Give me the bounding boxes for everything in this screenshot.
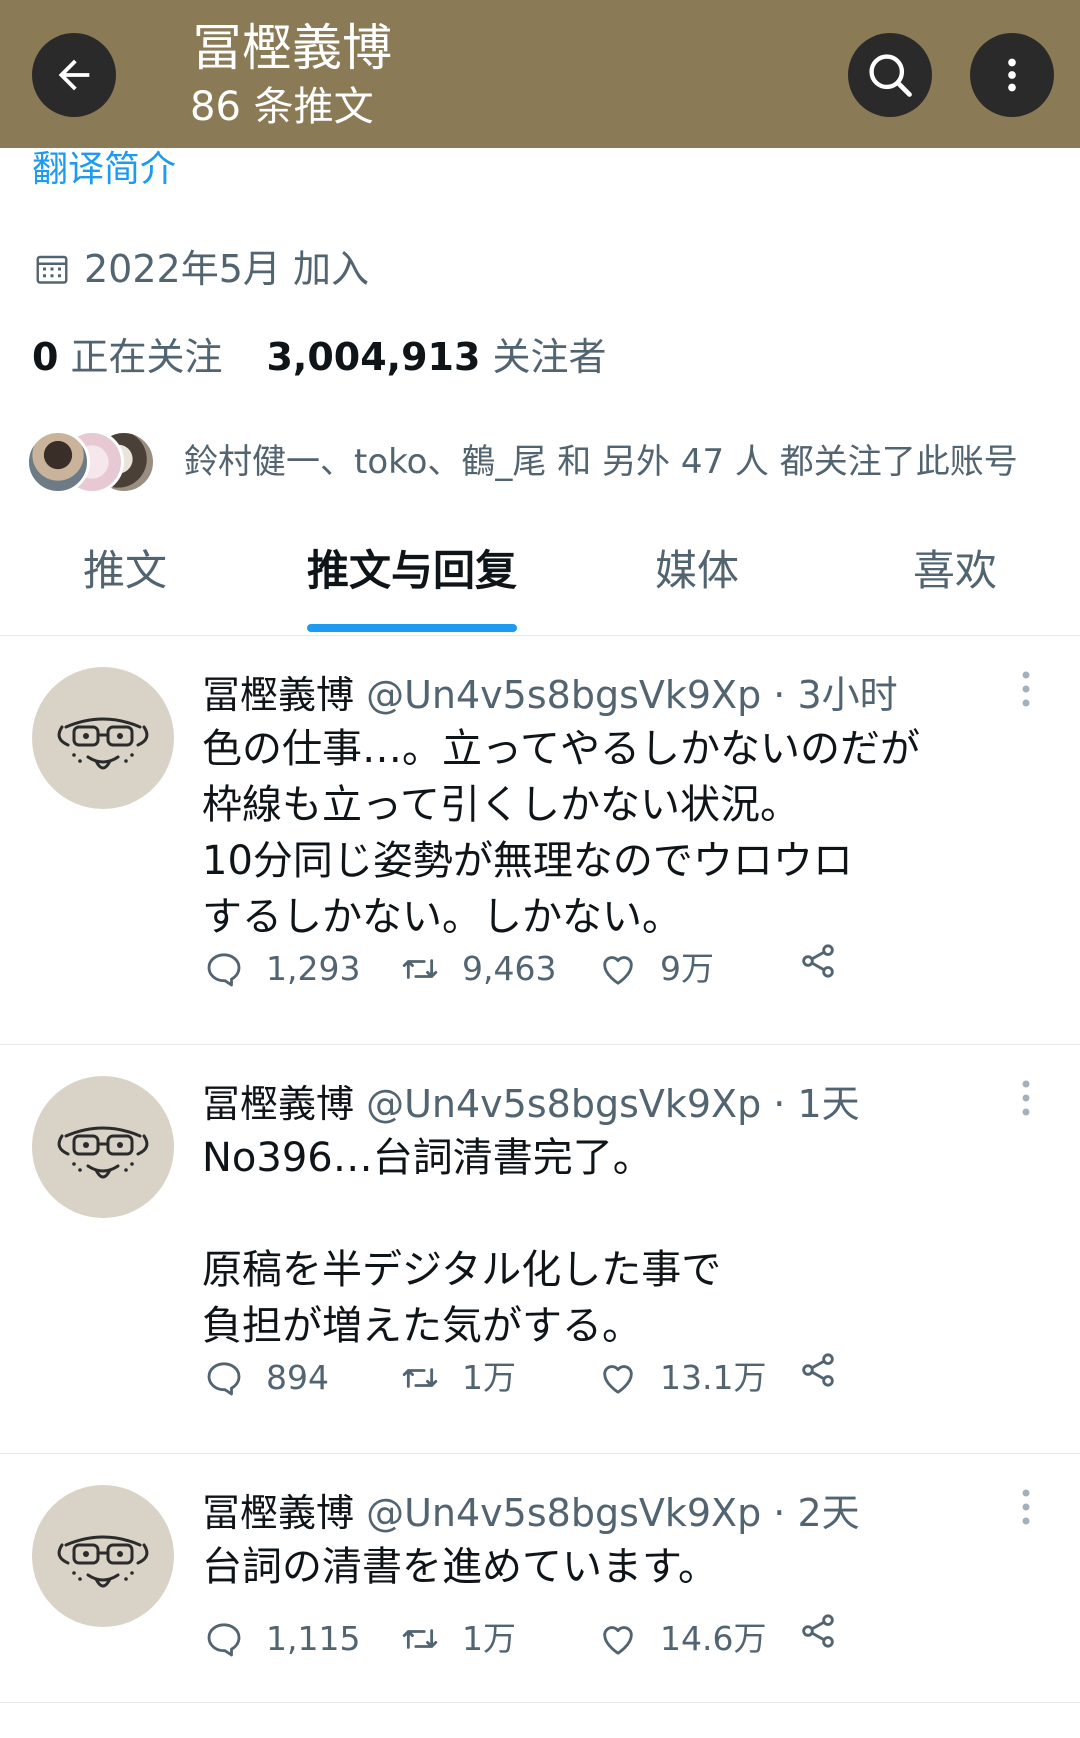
dog-doodle-avatar-icon bbox=[57, 1126, 149, 1179]
heart-icon bbox=[603, 1626, 633, 1655]
tweet-header: 冨樫義博 @Un4v5s8bgsVk9Xp · 2天 bbox=[202, 1487, 860, 1539]
arrow-left-icon bbox=[58, 59, 90, 91]
retweet-icon bbox=[402, 1368, 438, 1388]
share-button[interactable] bbox=[798, 1611, 838, 1651]
tweet-text: 色の仕事…。立ってやるしかないのだが 枠線も立って引くしかない状況。 10分同じ… bbox=[202, 726, 920, 940]
top-app-bar: 冨樫義博 86 条推文 bbox=[0, 0, 1080, 148]
like-button[interactable]: 9万 bbox=[598, 941, 714, 997]
profile-tabs: 推文 推文与回复 媒体 喜欢 bbox=[0, 536, 1080, 636]
retweet-button[interactable]: 9,463 bbox=[400, 941, 556, 997]
join-date-text: 2022年5月 加入 bbox=[84, 247, 369, 291]
retweet-button[interactable]: 1万 bbox=[400, 1350, 516, 1406]
share-icon bbox=[802, 1353, 834, 1387]
more-vertical-icon bbox=[1008, 58, 1016, 92]
followers-count[interactable]: 3,004,913 bbox=[266, 332, 480, 382]
reply-count: 894 bbox=[266, 1358, 329, 1397]
followed-by-row[interactable]: 鈴村健一、toko、鶴_尾 和 另外 47 人 都关注了此账号 bbox=[26, 430, 1018, 494]
tweet-text: No396…台詞清書完了。 原稿を半デジタル化した事で 負担が増えた気がする。 bbox=[202, 1135, 722, 1349]
like-count: 14.6万 bbox=[660, 1619, 767, 1658]
retweet-count: 1万 bbox=[462, 1358, 516, 1397]
active-tab-indicator bbox=[307, 624, 517, 632]
follower-avatars bbox=[26, 430, 156, 494]
like-count: 9万 bbox=[660, 949, 714, 988]
tweet-count: 86 条推文 bbox=[190, 84, 374, 130]
overflow-menu-button[interactable] bbox=[970, 33, 1054, 117]
tweet-author-name[interactable]: 冨樫義博 bbox=[202, 1491, 354, 1535]
share-button[interactable] bbox=[798, 941, 838, 981]
avatar[interactable] bbox=[32, 1485, 174, 1627]
retweet-count: 9,463 bbox=[462, 949, 557, 988]
tweet-author-name[interactable]: 冨樫義博 bbox=[202, 1082, 354, 1126]
tweet-timestamp[interactable]: · 1天 bbox=[773, 1082, 859, 1126]
tab-tweets[interactable]: 推文 bbox=[40, 536, 210, 636]
like-count: 13.1万 bbox=[660, 1358, 767, 1397]
tweet-actions: 894 1万 13.1万 bbox=[204, 1350, 924, 1406]
reply-button[interactable]: 1,115 bbox=[204, 1611, 360, 1667]
tweet-more-icon[interactable] bbox=[1016, 1076, 1036, 1126]
like-button[interactable]: 13.1万 bbox=[598, 1350, 766, 1406]
reply-icon bbox=[207, 953, 241, 987]
share-icon bbox=[802, 944, 834, 978]
followed-by-text: 鈴村健一、toko、鶴_尾 和 另外 47 人 都关注了此账号 bbox=[184, 442, 1018, 482]
tweet[interactable]: 冨樫義博 @Un4v5s8bgsVk9Xp · 2天 台詞の清書を進めています。… bbox=[0, 1455, 1080, 1703]
heart-icon bbox=[603, 1365, 633, 1394]
tweet-author-handle[interactable]: @Un4v5s8bgsVk9Xp bbox=[366, 673, 761, 717]
tweet-author-handle[interactable]: @Un4v5s8bgsVk9Xp bbox=[366, 1082, 761, 1126]
reply-button[interactable]: 894 bbox=[204, 1350, 329, 1406]
tweet-actions: 1,115 1万 14.6万 bbox=[204, 1611, 924, 1667]
tweet-more-icon[interactable] bbox=[1016, 1485, 1036, 1535]
following-label[interactable]: 正在关注 bbox=[70, 332, 222, 382]
search-icon bbox=[869, 54, 912, 97]
tweet-more-icon[interactable] bbox=[1016, 667, 1036, 717]
retweet-button[interactable]: 1万 bbox=[400, 1611, 516, 1667]
tweet-timestamp[interactable]: · 2天 bbox=[773, 1491, 859, 1535]
tweet-author-handle[interactable]: @Un4v5s8bgsVk9Xp bbox=[366, 1491, 761, 1535]
avatar bbox=[26, 430, 90, 494]
heart-icon bbox=[603, 956, 633, 985]
avatar[interactable] bbox=[32, 667, 174, 809]
tweet-header: 冨樫義博 @Un4v5s8bgsVk9Xp · 3小时 bbox=[202, 669, 898, 721]
tweet-text: 台詞の清書を進めています。 bbox=[202, 1544, 718, 1590]
translate-bio-link[interactable]: 翻译简介 bbox=[32, 146, 176, 194]
search-button[interactable] bbox=[848, 33, 932, 117]
back-button[interactable] bbox=[32, 33, 116, 117]
tweet-timestamp[interactable]: · 3小时 bbox=[773, 673, 897, 717]
retweet-count: 1万 bbox=[462, 1619, 516, 1658]
like-button[interactable]: 14.6万 bbox=[598, 1611, 766, 1667]
tweet-actions: 1,293 9,463 9万 bbox=[204, 941, 924, 997]
calendar-icon bbox=[36, 255, 68, 284]
avatar[interactable] bbox=[32, 1076, 174, 1218]
reply-count: 1,115 bbox=[266, 1619, 361, 1658]
tab-media[interactable]: 媒体 bbox=[612, 536, 782, 636]
follow-stats: 0 正在关注 3,004,913 关注者 bbox=[32, 332, 606, 382]
dog-doodle-avatar-icon bbox=[57, 717, 149, 770]
share-icon bbox=[802, 1614, 834, 1648]
tweet[interactable]: 冨樫義博 @Un4v5s8bgsVk9Xp · 3小时 色の仕事…。立ってやるし… bbox=[0, 637, 1080, 1045]
tab-likes[interactable]: 喜欢 bbox=[870, 536, 1040, 636]
tweet[interactable]: 冨樫義博 @Un4v5s8bgsVk9Xp · 1天 No396…台詞清書完了。… bbox=[0, 1046, 1080, 1454]
tweet-author-name[interactable]: 冨樫義博 bbox=[202, 673, 354, 717]
tweet-header: 冨樫義博 @Un4v5s8bgsVk9Xp · 1天 bbox=[202, 1078, 860, 1130]
join-date: 2022年5月 加入 bbox=[34, 244, 369, 294]
retweet-icon bbox=[402, 1629, 438, 1649]
reply-button[interactable]: 1,293 bbox=[204, 941, 360, 997]
tab-tweets-and-replies[interactable]: 推文与回复 bbox=[287, 536, 537, 636]
reply-icon bbox=[207, 1362, 241, 1396]
reply-count: 1,293 bbox=[266, 949, 361, 988]
following-count[interactable]: 0 bbox=[32, 332, 58, 382]
share-button[interactable] bbox=[798, 1350, 838, 1390]
followers-label[interactable]: 关注者 bbox=[492, 332, 606, 382]
dog-doodle-avatar-icon bbox=[57, 1535, 149, 1588]
retweet-icon bbox=[402, 959, 438, 979]
reply-icon bbox=[207, 1623, 241, 1657]
profile-name-title: 冨樫義博 bbox=[192, 19, 392, 77]
